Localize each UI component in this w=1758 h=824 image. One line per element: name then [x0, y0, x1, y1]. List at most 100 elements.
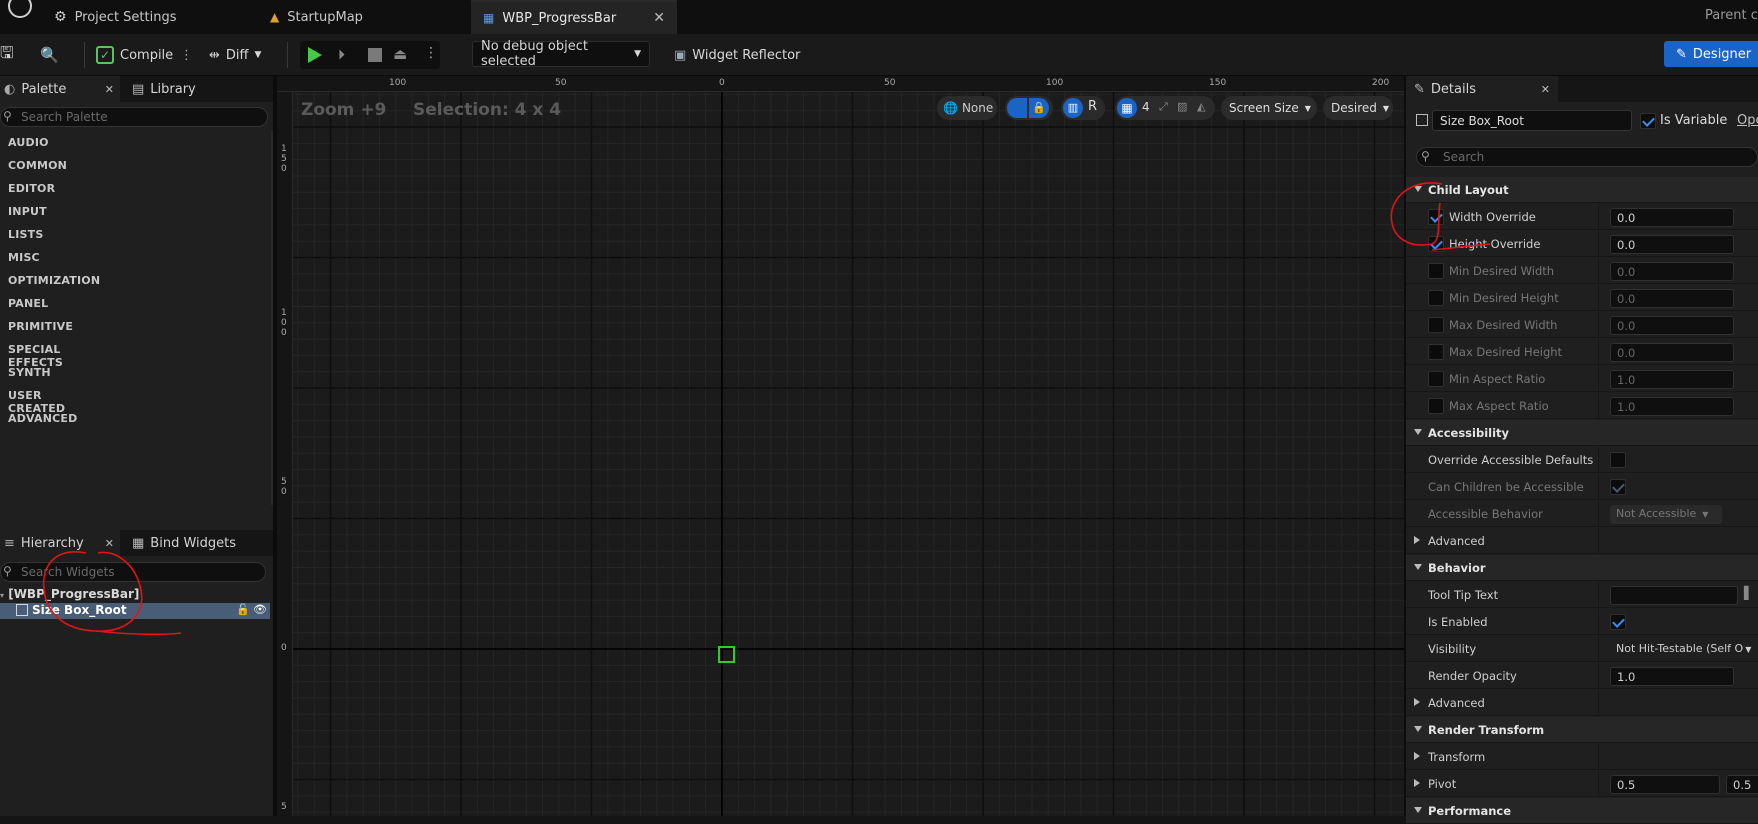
play-options-icon[interactable]: ⋮	[424, 45, 438, 61]
r-toggle[interactable]: R	[1088, 99, 1097, 114]
max-aspect-ratio-checkbox[interactable]	[1428, 398, 1444, 414]
is-enabled-checkbox[interactable]	[1610, 614, 1626, 630]
lock-icon[interactable]: 🔓	[236, 603, 250, 616]
close-icon[interactable]: ✕	[653, 10, 665, 26]
tab-details[interactable]: ✎ Details ✕	[1406, 76, 1558, 102]
section-pivot[interactable]: Pivot 0.5 0.5	[1406, 771, 1758, 797]
column-divider	[1598, 501, 1599, 527]
min-desired-height-checkbox[interactable]	[1428, 290, 1444, 306]
lock-icon[interactable]: 🔒	[1029, 98, 1049, 118]
unreal-logo-icon[interactable]	[8, 0, 32, 18]
chevron-down-icon[interactable]	[1414, 726, 1422, 732]
compile-button[interactable]: ✓ Compile	[96, 34, 173, 76]
image-icon[interactable]: ▨	[1177, 100, 1187, 113]
designer-mode-button[interactable]: ✎ Designer	[1664, 41, 1758, 67]
left-ruler: 150 100 50 0 5	[277, 92, 293, 816]
tab-wbp-progressbar[interactable]: ▦ WBP_ProgressBar ✕	[471, 0, 677, 34]
min-desired-width-checkbox[interactable]	[1428, 263, 1444, 279]
pivot-y-field[interactable]: 0.5	[1726, 775, 1758, 794]
property-value-field[interactable]: 0.0	[1610, 262, 1734, 281]
palette-category-common[interactable]: COMMON	[8, 159, 67, 172]
eject-icon[interactable]: ⏏	[393, 45, 407, 63]
section-accessibility[interactable]: Accessibility	[1406, 420, 1758, 446]
expand-arrow-icon[interactable]: ▾	[0, 591, 4, 600]
palette-category-misc[interactable]: MISC	[8, 251, 40, 264]
stop-icon[interactable]	[368, 48, 382, 62]
property-value-field[interactable]: 0.0	[1610, 316, 1734, 335]
section-behavior[interactable]: Behavior	[1406, 555, 1758, 581]
browse-icon[interactable]: 🔍	[40, 34, 62, 76]
property-value-field[interactable]: 0.0	[1610, 235, 1734, 254]
section-advanced-behavior[interactable]: Advanced	[1406, 690, 1758, 716]
tooltip-text-field[interactable]	[1610, 586, 1738, 605]
details-search-input[interactable]: ⚲ Search	[1416, 147, 1758, 167]
chevron-down-icon[interactable]	[1414, 807, 1422, 813]
palette-category-optimization[interactable]: OPTIMIZATION	[8, 274, 100, 287]
tab-startup-map[interactable]: ▲ StartupMap	[258, 0, 375, 34]
chevron-right-icon[interactable]	[1414, 536, 1420, 544]
diff-button[interactable]: ⇹ Diff ▼	[209, 34, 261, 76]
override-accessible-checkbox[interactable]	[1610, 452, 1626, 468]
palette-category-input[interactable]: INPUT	[8, 205, 47, 218]
step-icon[interactable]: ⏵	[338, 47, 345, 63]
min-aspect-ratio-checkbox[interactable]	[1428, 371, 1444, 387]
property-value-field[interactable]: 0.0	[1610, 289, 1734, 308]
open-link[interactable]: Ope	[1737, 113, 1758, 128]
compile-options-icon[interactable]: ⋮	[180, 34, 193, 76]
tab-palette[interactable]: ◐ Palette ✕	[0, 76, 120, 102]
palette-category-advanced[interactable]: ADVANCED	[8, 412, 77, 425]
cursor-icon[interactable]: ⤢	[1159, 100, 1168, 114]
property-value-field[interactable]: 1.0	[1610, 370, 1734, 389]
close-icon[interactable]: ✕	[105, 83, 114, 96]
palette-search-input[interactable]: ⚲ Search Palette	[0, 107, 268, 127]
designer-icon: ✎	[1676, 46, 1687, 62]
chevron-down-icon[interactable]	[1414, 429, 1422, 435]
bind-icon[interactable]: ▌	[1744, 586, 1753, 600]
screen-size-dropdown[interactable]: Screen Size ▼	[1221, 96, 1317, 120]
play-icon[interactable]	[308, 47, 322, 63]
palette-category-audio[interactable]: AUDIO	[8, 136, 49, 149]
chevron-right-icon[interactable]	[1414, 698, 1420, 706]
palette-category-lists[interactable]: LISTS	[8, 228, 43, 241]
section-performance[interactable]: Performance	[1406, 798, 1758, 824]
palette-category-primitive[interactable]: PRIMITIVE	[8, 320, 73, 333]
palette-category-editor[interactable]: EDITOR	[8, 182, 55, 195]
section-transform[interactable]: Transform	[1406, 744, 1758, 770]
palette-category-synth[interactable]: SYNTH	[8, 366, 51, 379]
render-opacity-field[interactable]: 1.0	[1610, 667, 1734, 686]
widget-reflector-button[interactable]: ▣ Widget Reflector	[674, 34, 800, 76]
localization-dropdown[interactable]: 🌐 None	[937, 96, 997, 120]
dashed-outline-icon[interactable]	[1007, 98, 1027, 118]
close-icon[interactable]: ✕	[1541, 83, 1550, 96]
save-icon[interactable]: 🖫	[0, 34, 22, 76]
accessible-behavior-dropdown[interactable]: Not Accessible ▼	[1610, 505, 1722, 524]
max-desired-width-checkbox[interactable]	[1428, 317, 1444, 333]
grid-snap-value[interactable]: 4	[1142, 100, 1150, 114]
section-advanced-accessibility[interactable]: Advanced	[1406, 528, 1758, 554]
section-render-transform[interactable]: Render Transform	[1406, 717, 1758, 743]
children-accessible-checkbox[interactable]	[1610, 479, 1626, 495]
chevron-right-icon[interactable]	[1414, 779, 1420, 787]
property-value-field[interactable]: 1.0	[1610, 397, 1734, 416]
selected-size-box-widget[interactable]	[718, 646, 735, 663]
widget-name-field[interactable]: Size Box_Root	[1432, 110, 1632, 131]
visibility-dropdown[interactable]: Not Hit-Testable (Self O ▼	[1610, 640, 1758, 659]
tab-project-settings[interactable]: ⚙ Project Settings	[42, 0, 189, 34]
mirror-icon[interactable]: ◭	[1197, 100, 1205, 113]
palette-category-panel[interactable]: PANEL	[8, 297, 48, 310]
chevron-right-icon[interactable]	[1414, 752, 1420, 760]
grid-icon[interactable]: ▦	[1117, 98, 1137, 118]
eye-icon[interactable]: 👁	[253, 603, 267, 616]
column-divider	[1598, 258, 1599, 284]
layout-icon[interactable]: ▥	[1063, 98, 1083, 118]
max-desired-height-checkbox[interactable]	[1428, 344, 1444, 360]
fill-mode-dropdown[interactable]: Desired ▼	[1323, 96, 1393, 120]
property-value-field[interactable]: 0.0	[1610, 208, 1734, 227]
chevron-down-icon[interactable]	[1414, 564, 1422, 570]
tab-library[interactable]: ▤ Library	[132, 76, 196, 102]
pivot-x-field[interactable]: 0.5	[1610, 775, 1720, 794]
property-value-field[interactable]: 0.0	[1610, 343, 1734, 362]
debug-object-dropdown[interactable]: No debug object selected ▼	[472, 39, 650, 69]
designer-canvas[interactable]: Zoom +9 Selection: 4 x 4 🌐 None 🔒 ▥ R ▦ …	[277, 76, 1404, 816]
is-variable-checkbox[interactable]	[1640, 113, 1656, 129]
